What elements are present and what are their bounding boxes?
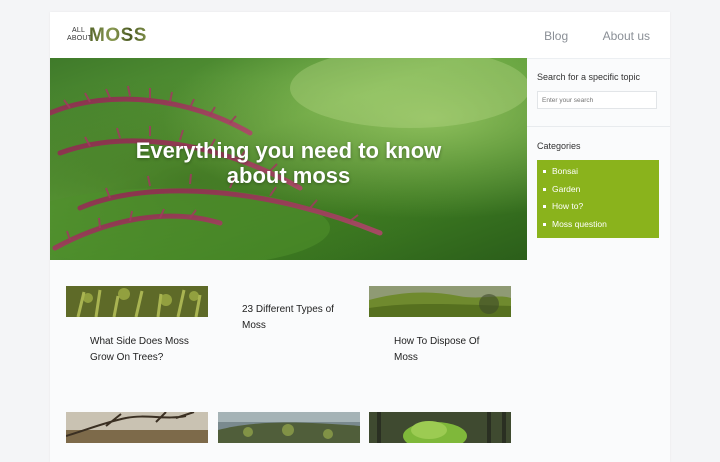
post-card[interactable]: How To Dispose Of Moss <box>369 286 511 376</box>
search-input[interactable] <box>537 91 657 109</box>
post-card[interactable]: 23 Different Types of Moss <box>218 286 360 376</box>
post-card[interactable]: What Side Does Moss Grow On Trees? <box>66 286 208 376</box>
post-title[interactable]: What Side Does Moss Grow On Trees? <box>90 334 210 366</box>
sidebar: Search for a specific topic Categories B… <box>527 58 670 258</box>
category-label: Garden <box>552 183 581 194</box>
bullet-icon <box>543 222 546 226</box>
post-thumbnail[interactable] <box>66 412 208 443</box>
post-title-line2: Grow On Trees? <box>90 352 164 363</box>
post-thumbnail[interactable] <box>66 286 208 317</box>
bullet-icon <box>543 170 546 174</box>
site-logo[interactable]: ALL ABOUT MOSS <box>67 26 146 48</box>
post-title[interactable]: How To Dispose Of Moss <box>394 334 514 366</box>
category-label: How to? <box>552 201 584 211</box>
bullet-icon <box>543 187 546 191</box>
post-title-line1: 23 Different Types of <box>242 304 334 315</box>
hero-banner: Everything you need to know about moss <box>50 58 527 260</box>
post-thumbnail[interactable] <box>218 412 360 443</box>
category-label: Moss question <box>552 218 607 229</box>
logo-line1: ALL <box>72 27 86 34</box>
hero-title: Everything you need to know about moss <box>50 138 527 188</box>
category-item-bonsai[interactable]: Bonsai <box>537 163 659 181</box>
main-nav: Blog About us <box>514 27 650 45</box>
page: ALL ABOUT MOSS Blog About us Everything … <box>50 12 670 462</box>
nav-blog-link[interactable]: Blog <box>544 29 568 43</box>
logo-brand: MOSS <box>89 25 147 46</box>
hero-title-line1: Everything you need to know <box>135 138 442 163</box>
sidebar-divider <box>527 126 670 127</box>
post-title-line2: Moss <box>242 320 266 331</box>
nav-about-link[interactable]: About us <box>603 29 650 43</box>
categories-label: Categories <box>537 141 581 151</box>
post-title-line1: How To Dispose Of <box>394 336 480 347</box>
category-label: Bonsai <box>552 166 578 176</box>
categories-list: Bonsai Garden How to? Moss question <box>537 160 659 238</box>
bullet-icon <box>543 205 546 209</box>
hero-title-line2: about moss <box>226 163 351 188</box>
site-header: ALL ABOUT MOSS Blog About us <box>50 12 670 59</box>
post-thumbnail[interactable] <box>369 412 511 443</box>
post-title-line2: Moss <box>394 352 418 363</box>
category-item-garden[interactable]: Garden <box>537 181 659 199</box>
post-title[interactable]: 23 Different Types of Moss <box>242 302 362 334</box>
category-item-moss-question[interactable]: Moss question <box>537 216 659 234</box>
category-item-how-to[interactable]: How to? <box>537 198 659 216</box>
search-label: Search for a specific topic <box>537 72 641 82</box>
post-thumbnail[interactable] <box>369 286 511 317</box>
post-title-line1: What Side Does Moss <box>90 336 189 347</box>
